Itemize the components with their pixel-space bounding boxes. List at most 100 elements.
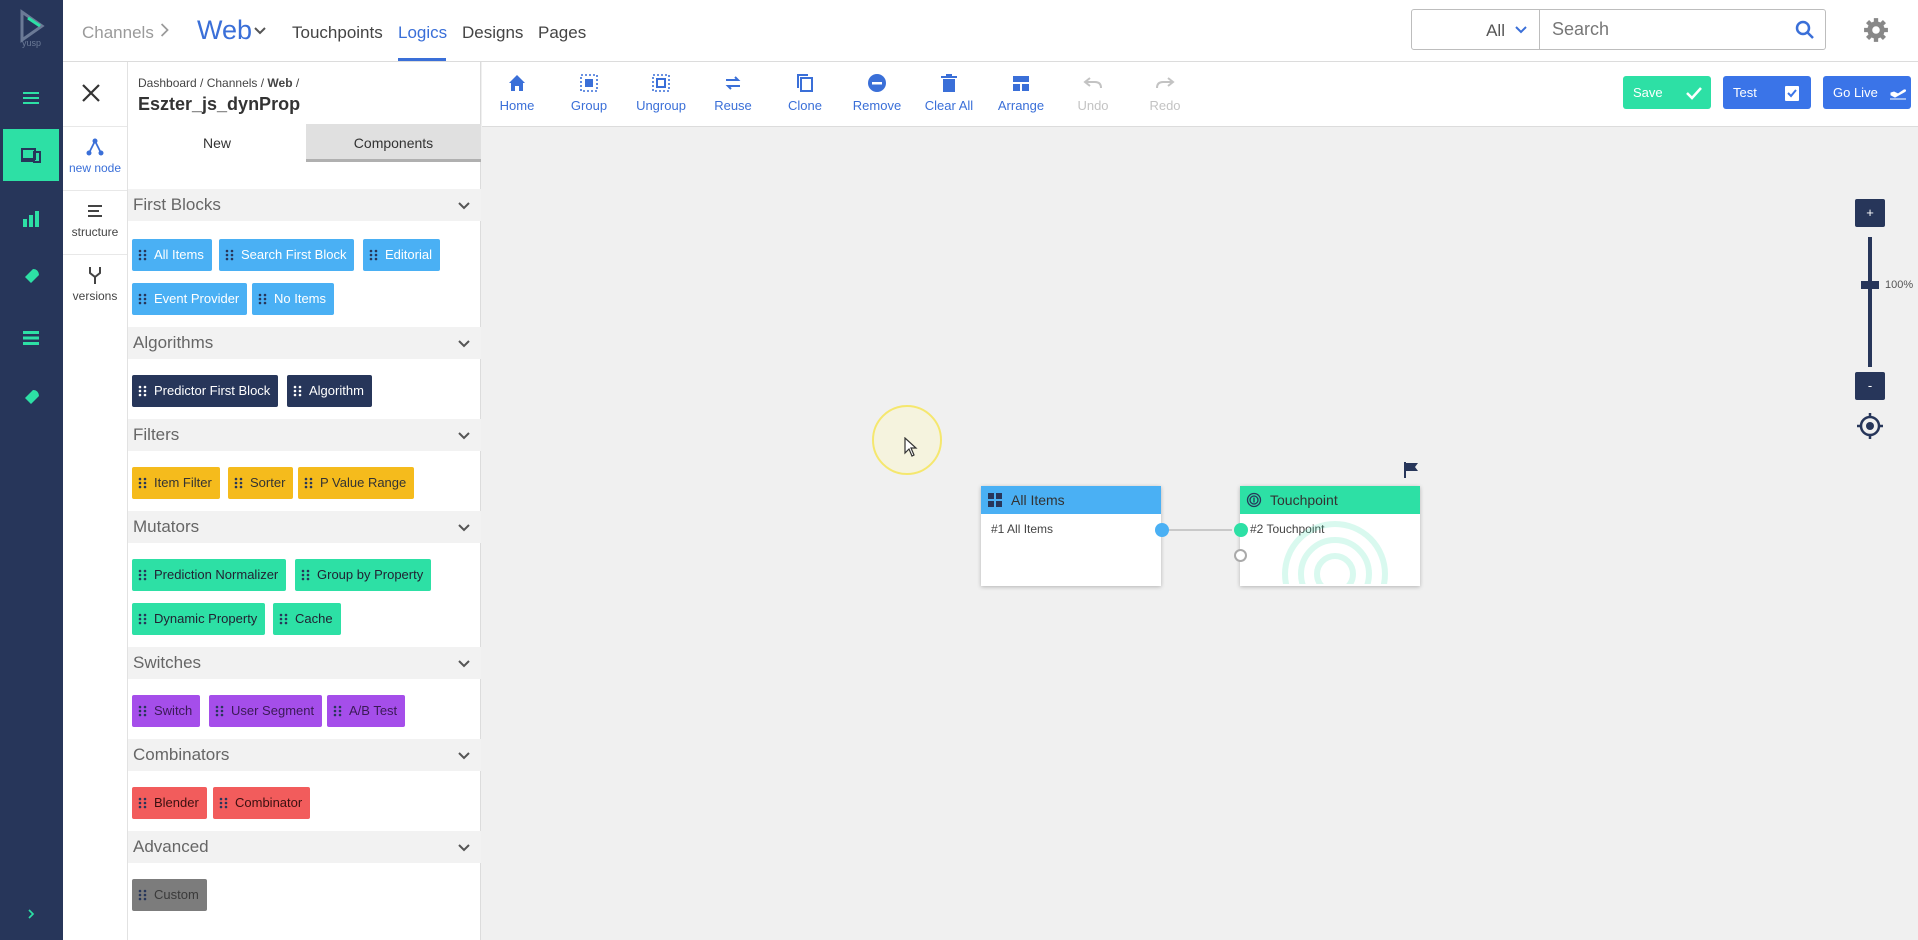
breadcrumb-path[interactable]: Dashboard / Channels / <box>138 76 267 90</box>
search-icon[interactable] <box>1795 20 1815 40</box>
nav-active-indicator <box>398 58 446 61</box>
nav-touchpoints[interactable]: Touchpoints <box>292 23 383 43</box>
home-button[interactable]: Home <box>482 72 552 113</box>
save-label: Save <box>1633 85 1663 100</box>
save-button[interactable]: Save <box>1623 76 1711 109</box>
close-icon[interactable] <box>80 82 102 104</box>
node-header[interactable]: Touchpoint <box>1240 486 1420 514</box>
rail-launch-button[interactable] <box>3 251 59 303</box>
chip-item-filter[interactable]: Item Filter <box>132 467 220 499</box>
section-algorithms[interactable]: Algorithms <box>128 327 481 359</box>
rail-list-button[interactable] <box>3 312 59 364</box>
node-all-items[interactable]: All Items #1 All Items <box>981 486 1161 586</box>
clear-all-button[interactable]: Clear All <box>914 72 984 113</box>
chip-switch[interactable]: Switch <box>132 695 201 727</box>
test-button[interactable]: Test <box>1723 76 1811 109</box>
menu-button[interactable] <box>3 72 59 124</box>
chip-prediction-normalizer[interactable]: Prediction Normalizer <box>132 559 287 591</box>
redo-icon <box>1156 77 1175 89</box>
group-icon <box>580 74 598 92</box>
redo-button[interactable]: Redo <box>1130 72 1200 113</box>
chip-user-segment[interactable]: User Segment <box>209 695 323 727</box>
chip-blender[interactable]: Blender <box>132 787 207 819</box>
zoom-slider-thumb[interactable] <box>1861 281 1879 289</box>
drag-handle-icon <box>138 477 147 489</box>
chip-ab-test[interactable]: A/B Test <box>327 695 406 727</box>
chip-algorithm[interactable]: Algorithm <box>287 375 372 407</box>
zoom-in-button[interactable]: + <box>1855 199 1885 227</box>
nav-designs[interactable]: Designs <box>462 23 523 43</box>
chip-label: Predictor First Block <box>154 383 271 398</box>
section-title: Mutators <box>133 517 200 536</box>
chip-no-items[interactable]: No Items <box>252 283 335 315</box>
ungroup-button[interactable]: Ungroup <box>626 72 696 113</box>
gear-icon[interactable] <box>1863 17 1889 43</box>
chip-event-provider[interactable]: Event Provider <box>132 283 248 315</box>
group-label: Group <box>570 98 608 113</box>
group-button[interactable]: Group <box>554 72 624 113</box>
zoom-slider-track[interactable] <box>1868 237 1872 367</box>
breadcrumb-web[interactable]: Web <box>267 76 292 90</box>
chip-predictor-first-block[interactable]: Predictor First Block <box>132 375 279 407</box>
channels-link[interactable]: Channels <box>82 23 154 43</box>
drag-handle-icon <box>333 705 342 717</box>
reuse-button[interactable]: Reuse <box>698 72 768 113</box>
secondary-input-port[interactable] <box>1234 549 1247 562</box>
node-header[interactable]: All Items <box>981 486 1161 514</box>
rail-deploy-button[interactable] <box>3 372 59 424</box>
chip-cache[interactable]: Cache <box>273 603 341 635</box>
drag-handle-icon <box>293 385 302 397</box>
remove-button[interactable]: Remove <box>842 72 912 113</box>
chip-label: Dynamic Property <box>154 611 258 626</box>
nav-pages[interactable]: Pages <box>538 23 586 43</box>
section-switches[interactable]: Switches <box>128 647 481 679</box>
tab-versions[interactable]: versions <box>63 254 127 316</box>
chip-combinator[interactable]: Combinator <box>213 787 311 819</box>
clone-button[interactable]: Clone <box>770 72 840 113</box>
chip-custom[interactable]: Custom <box>132 879 207 911</box>
palette-tabs: New Components <box>128 124 481 162</box>
node-touchpoint[interactable]: Touchpoint #2 Touchpoint <box>1240 486 1420 586</box>
node-connector[interactable] <box>1162 529 1232 531</box>
tab-new-node[interactable]: new node <box>63 126 127 188</box>
undo-button[interactable]: Undo <box>1058 72 1128 113</box>
logo-text: yusp <box>21 38 41 48</box>
rail-analytics-button[interactable] <box>3 193 59 245</box>
search-scope-value: All <box>1486 21 1505 40</box>
tab-components[interactable]: Components <box>306 124 481 162</box>
section-advanced[interactable]: Advanced <box>128 831 481 863</box>
search-input[interactable] <box>1552 10 1782 49</box>
chip-all-items[interactable]: All Items <box>132 239 212 271</box>
section-mutators[interactable]: Mutators <box>128 511 481 543</box>
channel-selector[interactable]: Web <box>197 15 252 46</box>
section-combinators[interactable]: Combinators <box>128 739 481 771</box>
expand-rail-button[interactable] <box>3 888 59 940</box>
tab-new[interactable]: New <box>128 124 306 162</box>
chip-search-first-block[interactable]: Search First Block <box>219 239 355 271</box>
section-filters[interactable]: Filters <box>128 419 481 451</box>
chip-sorter[interactable]: Sorter <box>228 467 294 499</box>
new-node-icon <box>86 138 104 156</box>
chip-label: Item Filter <box>154 475 212 490</box>
chip-p-value-range[interactable]: P Value Range <box>298 467 415 499</box>
rail-logics-button[interactable] <box>3 129 59 181</box>
chevron-down-icon <box>1515 26 1527 34</box>
input-port[interactable] <box>1234 523 1248 537</box>
arrange-button[interactable]: Arrange <box>986 72 1056 113</box>
section-first-blocks[interactable]: First Blocks <box>128 189 481 221</box>
chevron-down-icon[interactable] <box>253 24 267 38</box>
chip-editorial[interactable]: Editorial <box>363 239 440 271</box>
output-port[interactable] <box>1155 523 1169 537</box>
chip-label: Event Provider <box>154 291 240 306</box>
tab-structure[interactable]: structure <box>63 190 127 252</box>
zoom-out-button[interactable]: - <box>1855 372 1885 400</box>
chevron-down-icon <box>458 752 470 760</box>
center-target-icon[interactable] <box>1856 412 1884 440</box>
search-scope-select[interactable]: All <box>1412 10 1540 49</box>
nav-logics[interactable]: Logics <box>398 23 447 43</box>
chip-label: P Value Range <box>320 475 407 490</box>
go-live-button[interactable]: Go Live <box>1823 76 1911 109</box>
chip-dynamic-property[interactable]: Dynamic Property <box>132 603 266 635</box>
logic-canvas[interactable]: All Items #1 All Items Touchpoint #2 Tou… <box>482 127 1918 940</box>
chip-group-by-property[interactable]: Group by Property <box>295 559 432 591</box>
